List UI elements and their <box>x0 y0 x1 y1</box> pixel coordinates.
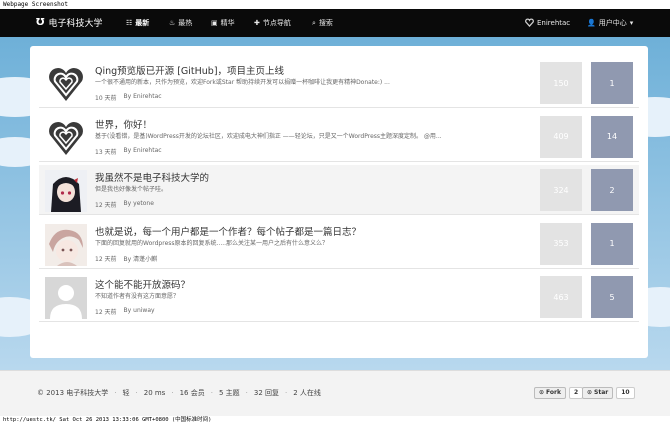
topic-excerpt: 但是我也好像发个帖子哇。 <box>95 186 168 193</box>
user-icon: 👤 <box>587 18 596 27</box>
footer: © 2013 电子科技大学 · 轻 · 20 ms · 16 会员 · 5 主题… <box>0 370 670 416</box>
topic-author-line: By uniway <box>123 307 155 314</box>
footer-stats: © 2013 电子科技大学 · 轻 · 20 ms · 16 会员 · 5 主题… <box>37 389 321 397</box>
github-icon: ⊙ <box>587 389 593 396</box>
author-avatar[interactable] <box>45 223 87 266</box>
topic-author[interactable]: Enirehtac <box>133 147 161 154</box>
topic-title[interactable]: 世界，你好！ <box>95 117 152 131</box>
topic-author[interactable]: 清蓬小麒 <box>133 256 157 263</box>
topic-author[interactable]: yetone <box>133 200 154 207</box>
view-count: 150 <box>540 62 582 104</box>
copyright: © 2013 电子科技大学 <box>37 389 109 397</box>
member-count: 16 会员 <box>179 389 205 397</box>
top-navbar: Ʊ 电子科技大学 ☷ 最新 ♨ 最热 ▣ 精华 ✚ 节点导航 ⌕ 搜索 Enir… <box>0 9 670 37</box>
author-avatar[interactable] <box>45 170 87 212</box>
topic-excerpt: 一个很不通用的新本，只作为预览，欢迎Fork或Star 帮助持续开发可以捐赠一杯… <box>95 79 390 86</box>
topic-title[interactable]: 这个能不能开放源码？ <box>95 277 190 291</box>
topic-meta: 12 天前 By yetone <box>95 200 154 209</box>
render-time: 20 ms <box>143 389 166 397</box>
topic-time: 13 天前 <box>95 148 117 156</box>
topic-excerpt: 下面的回复就用的Wordpress原本的回复系统.....那么关注某一用户之后有… <box>95 239 329 247</box>
view-count: 324 <box>540 169 582 211</box>
topic-row[interactable]: Qing预览版已开源 [GitHub]，项目主页上线一个很不通用的新本，只作为预… <box>39 58 639 108</box>
topic-author-line: By 清蓬小麒 <box>123 255 158 263</box>
topic-meta: 12 天前 By uniway <box>95 307 155 316</box>
topic-author[interactable]: uniway <box>133 307 154 314</box>
topic-title[interactable]: 我虽然不是电子科技大学的 <box>95 170 209 184</box>
topic-time: 10 天前 <box>95 95 117 102</box>
user-name: Enirehtac <box>537 18 571 27</box>
topic-row[interactable]: 我虽然不是电子科技大学的但是我也好像发个帖子哇。 12 天前 By yetone 32… <box>39 165 639 215</box>
search-icon: ⌕ <box>312 18 316 27</box>
topic-meta: 10 天前 By Enirehtac <box>95 93 162 102</box>
author-avatar[interactable] <box>45 116 87 159</box>
star-button[interactable]: ⊙ Star <box>582 387 614 399</box>
author-avatar[interactable] <box>45 63 87 105</box>
topic-author[interactable]: Enirehtac <box>133 93 161 100</box>
list-icon: ☷ <box>126 18 133 27</box>
topic-excerpt: 不知道作者有没有这方面意愿？ <box>95 293 180 300</box>
caret-down-icon: ▾ <box>629 18 634 27</box>
view-count: 409 <box>540 115 582 158</box>
topic-title[interactable]: Qing预览版已开源 [GitHub]，项目主页上线 <box>95 63 284 77</box>
star-count[interactable]: 10 <box>616 387 635 399</box>
capture-title: Webpage Screenshot <box>3 1 69 8</box>
plus-icon: ✚ <box>254 18 260 27</box>
topic-time: 12 天前 <box>95 255 117 263</box>
online-count: 2 人在线 <box>293 389 321 397</box>
site-logo-icon: Ʊ <box>36 17 45 28</box>
github-fork-widget: ⊙ Fork 2 <box>534 387 584 399</box>
reply-count[interactable]: 1 <box>591 62 633 104</box>
topic-time: 12 天前 <box>95 309 117 316</box>
site-name: 电子科技大学 <box>48 19 103 29</box>
topic-row[interactable]: 也就是说，每一个用户都是一个作者？每个帖子都是一篇日志？ 下面的回复就用的Word… <box>39 219 639 269</box>
reply-count: 32 回复 <box>253 389 280 397</box>
reply-count[interactable]: 2 <box>591 169 633 211</box>
reply-count[interactable]: 1 <box>591 222 633 265</box>
view-count: 353 <box>540 222 582 265</box>
nav-label: 节点导航 <box>262 19 291 27</box>
topic-row[interactable]: 世界，你好！ 基于(没看错，是基)WordPress开发的论坛社区，欢迎成电大神们… <box>39 112 639 162</box>
topic-title[interactable]: 也就是说，每一个用户都是一个作者？每个帖子都是一篇日志？ <box>95 224 361 238</box>
reply-count[interactable]: 5 <box>591 276 633 318</box>
topic-meta: 12 天前 By 清蓬小麒 <box>95 254 157 263</box>
nav-label: 最热 <box>178 19 193 27</box>
user-center-label: 用户中心 <box>598 19 627 27</box>
reply-count[interactable]: 14 <box>591 115 633 158</box>
github-icon: ⊙ <box>539 389 545 396</box>
nav-book[interactable]: ▣ 精华 <box>211 18 235 28</box>
site-brand[interactable]: Ʊ 电子科技大学 <box>36 16 103 29</box>
author-avatar[interactable] <box>45 277 87 319</box>
topic-time: 12 天前 <box>95 202 117 209</box>
topic-row[interactable]: 这个能不能开放源码？ 不知道作者有没有这方面意愿？ 12 天前 By uniway 46… <box>39 272 639 322</box>
topic-author-line: By Enirehtac <box>123 93 162 100</box>
fork-button[interactable]: ⊙ Fork <box>534 387 566 399</box>
nav-search[interactable]: ⌕ 搜索 <box>312 18 333 28</box>
topic-list-panel: Qing预览版已开源 [GitHub]，项目主页上线一个很不通用的新本，只作为预… <box>30 46 648 358</box>
github-star-widget: ⊙ Star 10 <box>582 387 635 399</box>
user-center-dropdown[interactable]: 👤 用户中心 ▾ <box>587 18 633 28</box>
capture-status-line: http://uestc.tk/ Sat Oct 26 2013 13:33:0… <box>3 417 212 423</box>
nav-label: 搜索 <box>318 19 333 27</box>
book-icon: ▣ <box>211 18 218 27</box>
nav-list[interactable]: ☷ 最新 <box>126 18 149 28</box>
topic-count: 5 主题 <box>218 389 240 397</box>
light-label: 轻 <box>122 389 130 397</box>
nav-label: 精华 <box>220 19 235 27</box>
nav-label: 最新 <box>135 19 150 27</box>
user-menu[interactable]: Enirehtac <box>525 18 570 27</box>
topic-author-line: By yetone <box>123 200 154 207</box>
user-heart-avatar-icon <box>525 18 534 27</box>
topic-excerpt: 基于(没看错，是基)WordPress开发的论坛社区，欢迎成电大神们指正 ——轻… <box>95 132 442 140</box>
nav-plus[interactable]: ✚ 节点导航 <box>254 18 291 28</box>
view-count: 463 <box>540 276 582 318</box>
topic-author-line: By Enirehtac <box>123 146 162 154</box>
fire-icon: ♨ <box>169 18 176 27</box>
nav-fire[interactable]: ♨ 最热 <box>169 18 192 28</box>
topic-meta: 13 天前 By Enirehtac <box>95 147 162 156</box>
